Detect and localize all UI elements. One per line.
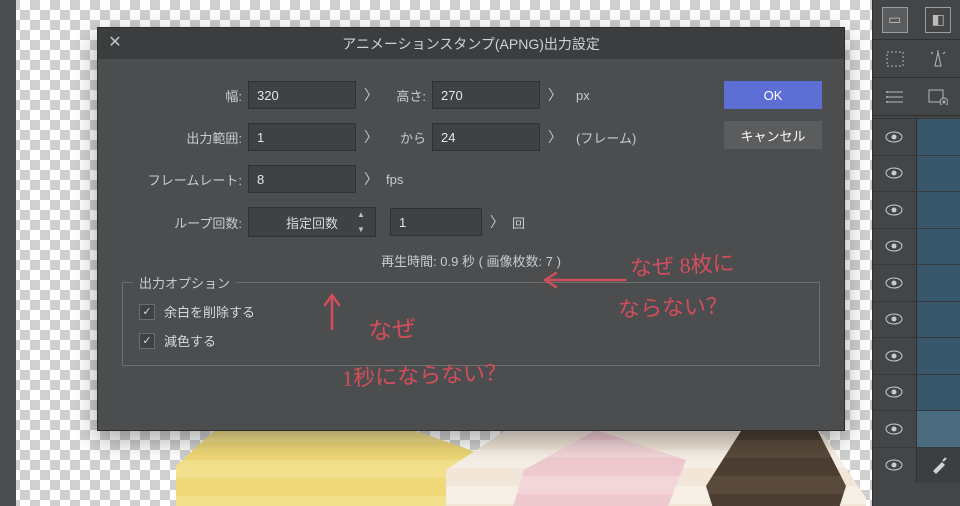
layer-thumbnail <box>916 229 960 265</box>
loop-label: ループ回数: <box>120 213 248 232</box>
layer-thumbnail <box>916 156 960 192</box>
trim-whitespace-row[interactable]: ✓ 余白を削除する <box>137 297 805 326</box>
lighthouse-icon[interactable] <box>925 48 951 70</box>
framerate-input[interactable] <box>248 165 356 193</box>
chevron-right-icon[interactable]: 〉 <box>356 169 386 189</box>
close-icon[interactable]: ✕ <box>106 34 124 52</box>
framerate-label: フレームレート: <box>120 170 248 189</box>
chevron-right-icon[interactable]: 〉 <box>356 127 386 147</box>
width-label: 幅: <box>120 86 248 105</box>
layer-thumbnail <box>916 265 960 301</box>
layer-thumbnail <box>916 338 960 374</box>
list-icon[interactable] <box>882 86 908 108</box>
chevron-right-icon[interactable]: 〉 <box>540 127 570 147</box>
dialog-title: アニメーションスタンプ(APNG)出力設定 <box>342 34 600 54</box>
layer-row[interactable] <box>872 374 960 411</box>
visibility-eye-icon[interactable] <box>872 459 916 471</box>
layer-thumbnail <box>916 119 960 155</box>
size-unit: px <box>570 88 590 103</box>
layers-list <box>872 118 960 506</box>
nav-icon-row <box>873 40 960 78</box>
visibility-eye-icon[interactable] <box>872 313 916 325</box>
layer-row[interactable] <box>872 118 960 155</box>
height-input[interactable] <box>432 81 540 109</box>
framerate-unit: fps <box>386 172 403 187</box>
layer-row[interactable] <box>872 301 960 338</box>
layer-row[interactable] <box>872 447 960 484</box>
visibility-eye-icon[interactable] <box>872 423 916 435</box>
layer-brush-icon <box>916 448 960 484</box>
output-options-fieldset: 出力オプション ✓ 余白を削除する ✓ 減色する <box>122 282 820 366</box>
loop-mode-value: 指定回数 <box>286 213 338 232</box>
output-options-legend: 出力オプション <box>133 273 236 292</box>
checkbox-checked-icon[interactable]: ✓ <box>139 333 155 349</box>
cancel-button[interactable]: キャンセル <box>724 121 822 149</box>
visibility-eye-icon[interactable] <box>872 350 916 362</box>
dialog-titlebar[interactable]: ✕ アニメーションスタンプ(APNG)出力設定 <box>98 28 844 59</box>
left-ruler <box>0 0 16 506</box>
layer-thumbnail <box>916 302 960 338</box>
range-to-label: から <box>386 128 432 147</box>
visibility-eye-icon[interactable] <box>872 240 916 252</box>
range-to-input[interactable] <box>432 123 540 151</box>
trim-whitespace-label: 余白を削除する <box>164 302 255 321</box>
layer-row[interactable] <box>872 410 960 447</box>
size-row: 幅: 〉 高さ: 〉 px <box>120 81 822 109</box>
apng-export-dialog: ✕ アニメーションスタンプ(APNG)出力設定 OK キャンセル 幅: 〉 高さ… <box>97 27 845 431</box>
layer-row[interactable] <box>872 191 960 228</box>
visibility-eye-icon[interactable] <box>872 277 916 289</box>
range-unit: (フレーム) <box>570 128 636 147</box>
spinner-icon[interactable]: ▲▼ <box>357 210 371 234</box>
visibility-eye-icon[interactable] <box>872 386 916 398</box>
panel-icon-row <box>873 78 960 116</box>
chevron-right-icon[interactable]: 〉 <box>482 212 512 232</box>
checkbox-checked-icon[interactable]: ✓ <box>139 304 155 320</box>
layer-thumbnail <box>916 375 960 411</box>
range-from-input[interactable] <box>248 123 356 151</box>
layer-row[interactable] <box>872 155 960 192</box>
reduce-color-label: 減色する <box>164 331 216 350</box>
height-label: 高さ: <box>386 86 432 105</box>
visibility-eye-icon[interactable] <box>872 167 916 179</box>
framerate-row: フレームレート: 〉 fps <box>120 165 822 193</box>
single-view-icon[interactable]: ▭ <box>882 7 908 33</box>
navigator-icon[interactable] <box>882 48 908 70</box>
visibility-eye-icon[interactable] <box>872 204 916 216</box>
loop-row: ループ回数: 指定回数 ▲▼ 〉 回 <box>120 207 822 237</box>
playback-info: 再生時間: 0.9 秒 ( 画像枚数: 7 ) <box>120 251 822 270</box>
view-mode-row: ▭ ◧ <box>873 0 960 40</box>
layer-thumbnail <box>916 411 960 447</box>
loop-count-input[interactable] <box>390 208 482 236</box>
range-label: 出力範囲: <box>120 128 248 147</box>
layer-row[interactable] <box>872 337 960 374</box>
loop-mode-dropdown[interactable]: 指定回数 ▲▼ <box>248 207 376 237</box>
split-view-icon[interactable]: ◧ <box>925 7 951 33</box>
chevron-right-icon[interactable]: 〉 <box>540 85 570 105</box>
reduce-color-row[interactable]: ✓ 減色する <box>137 326 805 355</box>
width-input[interactable] <box>248 81 356 109</box>
range-row: 出力範囲: 〉 から 〉 (フレーム) <box>120 123 822 151</box>
layer-row[interactable] <box>872 264 960 301</box>
new-layer-icon[interactable] <box>925 86 951 108</box>
visibility-eye-icon[interactable] <box>872 131 916 143</box>
chevron-right-icon[interactable]: 〉 <box>356 85 386 105</box>
loop-unit: 回 <box>512 213 525 232</box>
ok-button[interactable]: OK <box>724 81 822 109</box>
layer-thumbnail <box>916 192 960 228</box>
layer-row[interactable] <box>872 228 960 265</box>
